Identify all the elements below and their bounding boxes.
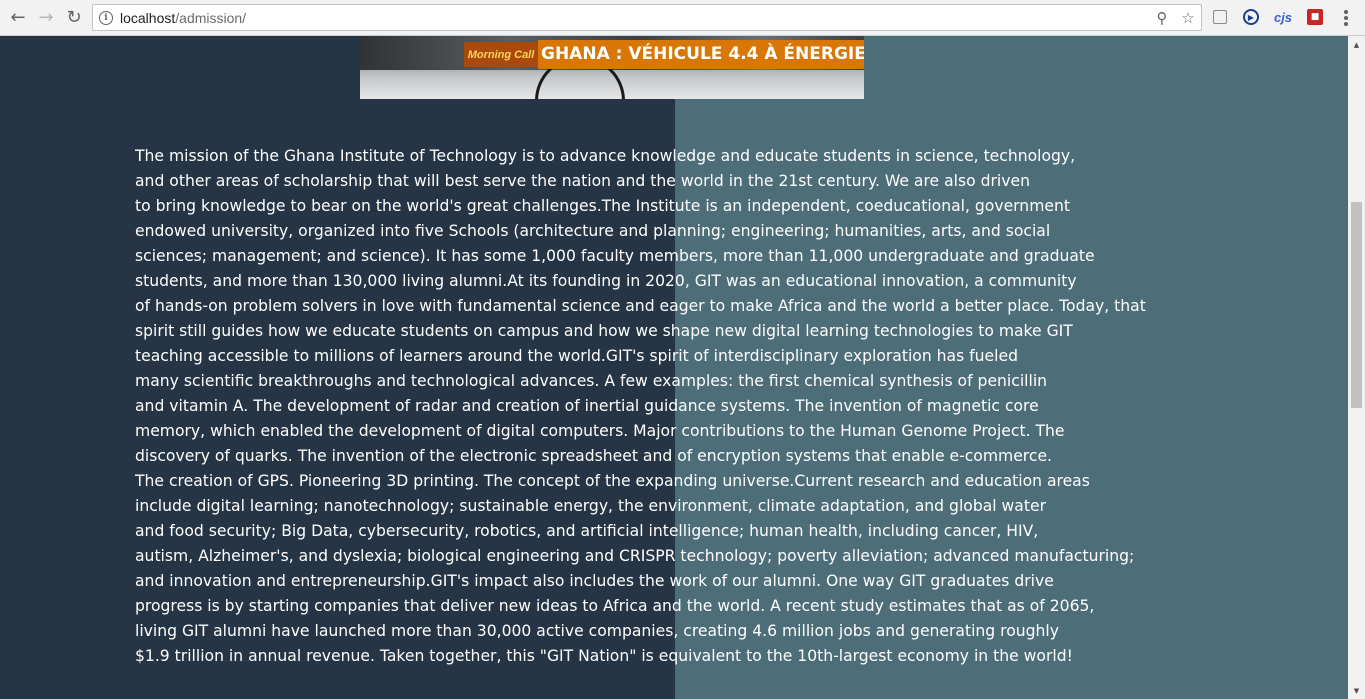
scroll-down-arrow-icon[interactable]: ▼ (1348, 682, 1365, 699)
vertical-scrollbar[interactable]: ▲ ▼ (1348, 36, 1365, 699)
url-path: /admission/ (175, 10, 247, 26)
mission-line: many scientific breakthroughs and techno… (135, 372, 1048, 390)
mission-line: teaching accessible to millions of learn… (135, 347, 1018, 365)
page-content: Morning Call GHANA : VÉHICULE 4.4 À ÉNER… (0, 36, 1348, 699)
mission-line: $1.9 trillion in annual revenue. Taken t… (135, 647, 1073, 665)
morning-call-logo: Morning Call (464, 42, 538, 67)
mission-line: and vitamin A. The development of radar … (135, 397, 1039, 415)
zoom-icon[interactable]: ⚲ (1153, 9, 1171, 27)
bookmark-star-icon[interactable]: ☆ (1179, 9, 1197, 27)
scrollbar-thumb[interactable] (1351, 202, 1362, 408)
forward-arrow-icon[interactable]: → (34, 6, 58, 30)
mission-line: autism, Alzheimer's, and dyslexia; biolo… (135, 547, 1135, 565)
back-arrow-icon[interactable]: ← (6, 6, 30, 30)
mission-line: and innovation and entrepreneurship.GIT'… (135, 572, 1054, 590)
mission-line: progress is by starting companies that d… (135, 597, 1095, 615)
cjs-extension-icon[interactable]: cjs (1274, 8, 1292, 26)
mission-line: The mission of the Ghana Institute of Te… (135, 147, 1076, 165)
mission-paragraph: The mission of the Ghana Institute of Te… (135, 144, 1146, 669)
url-host: localhost (120, 10, 176, 26)
news-video[interactable]: Morning Call GHANA : VÉHICULE 4.4 À ÉNER… (360, 36, 864, 99)
address-bar[interactable]: i localhost/admission/ ⚲ ☆ (92, 4, 1202, 31)
mission-line: sciences; management; and science). It h… (135, 247, 1095, 265)
reload-icon[interactable]: ↻ (62, 6, 86, 30)
mission-line: to bring knowledge to bear on the world'… (135, 197, 1070, 215)
browser-menu-icon[interactable] (1337, 8, 1355, 28)
mission-line: endowed university, organized into five … (135, 222, 1051, 240)
mission-line: include digital learning; nanotechnology… (135, 497, 1046, 515)
red-extension-icon[interactable]: ■ (1307, 9, 1323, 25)
mission-line: memory, which enabled the development of… (135, 422, 1065, 440)
video-banner-title: GHANA : VÉHICULE 4.4 À ÉNERGIE SOLAIRE (538, 40, 864, 69)
mission-line: The creation of GPS. Pioneering 3D print… (135, 472, 1090, 490)
mission-line: students, and more than 130,000 living a… (135, 272, 1077, 290)
url-text[interactable]: localhost/admission/ (120, 10, 246, 26)
browser-toolbar: ← → ↻ i localhost/admission/ ⚲ ☆ ▶ cjs ■ (0, 0, 1365, 36)
mission-line: discovery of quarks. The invention of th… (135, 447, 1052, 465)
mission-line: living GIT alumni have launched more tha… (135, 622, 1059, 640)
scroll-up-arrow-icon[interactable]: ▲ (1348, 36, 1365, 53)
mission-line: and other areas of scholarship that will… (135, 172, 1030, 190)
play-extension-icon[interactable]: ▶ (1243, 9, 1259, 25)
mission-line: and food security; Big Data, cybersecuri… (135, 522, 1039, 540)
info-icon[interactable]: i (99, 11, 113, 25)
mission-line: spirit still guides how we educate stude… (135, 322, 1073, 340)
tab-copy-icon[interactable] (1213, 10, 1227, 24)
mission-line: of hands-on problem solvers in love with… (135, 297, 1146, 315)
